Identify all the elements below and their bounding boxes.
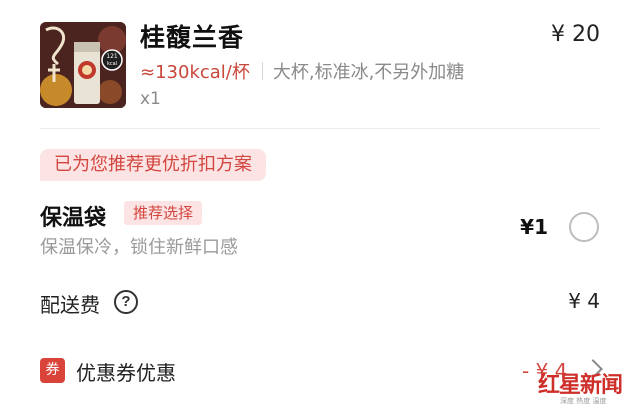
delivery-fee-price: ¥ 4 (568, 289, 600, 313)
product-calories: ≈130kcal/杯 (140, 62, 250, 83)
delivery-fee-label: 配送费 (40, 293, 100, 317)
thermal-bag-title: 保温袋 (40, 206, 107, 231)
coupon-badge-icon: 券 (40, 358, 65, 383)
watermark-logo: 红星新闻 深度 热度 温度 (538, 367, 638, 407)
product-quantity: x1 (140, 89, 161, 109)
product-thumbnail[interactable]: 121 kcal (40, 22, 126, 108)
thumbnail-kcal-badge: 121 (106, 53, 118, 60)
divider (40, 128, 600, 129)
recommended-tag: 推荐选择 (124, 201, 203, 225)
coupon-label[interactable]: 优惠券优惠 (76, 357, 176, 386)
recommendation-banner: 已为您推荐更优折扣方案 (40, 149, 266, 181)
product-info-line: ≈130kcal/杯 大杯,标准冰,不另外加糖 (140, 58, 464, 84)
thermal-bag-price: ¥1 (520, 215, 548, 239)
watermark-subtitle: 深度 热度 温度 (560, 397, 607, 405)
product-name: 桂馥兰香 (140, 23, 245, 52)
info-separator (261, 62, 263, 80)
question-circle-icon[interactable]: ? (114, 290, 138, 314)
product-price: ¥ 20 (551, 22, 600, 47)
product-specs: 大杯,标准冰,不另外加糖 (272, 62, 465, 83)
watermark-brand: 红星新闻 (538, 372, 623, 398)
svg-text:kcal: kcal (107, 61, 117, 67)
thermal-bag-description: 保温保冷，锁住新鲜口感 (40, 237, 238, 258)
thermal-bag-radio[interactable] (569, 212, 599, 242)
